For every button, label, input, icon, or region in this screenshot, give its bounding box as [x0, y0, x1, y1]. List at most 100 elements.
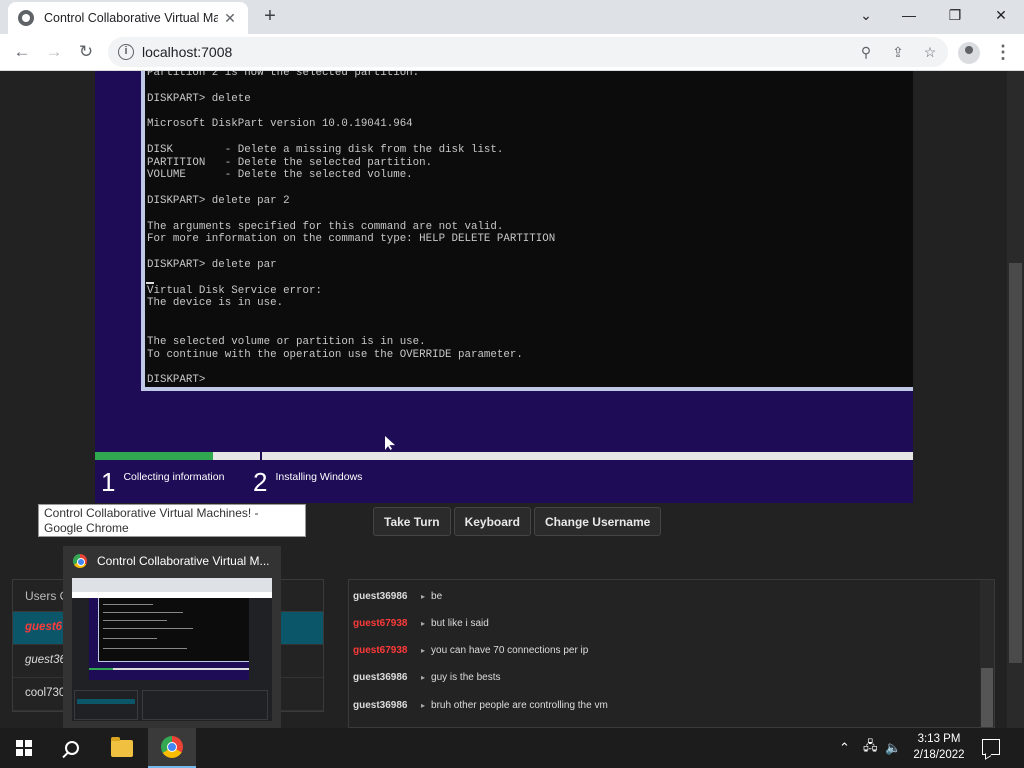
mini-progress — [89, 668, 249, 670]
tray-overflow-icon[interactable]: ⌃ — [839, 728, 850, 768]
forward-arrow-icon[interactable]: → — [42, 40, 66, 64]
console-output: Partition 2 is now the selected partitio… — [147, 71, 556, 387]
browser-titlebar: Control Collaborative Virtual Machines! … — [0, 0, 1024, 34]
chrome-icon — [73, 554, 87, 568]
setup-progress-fill — [95, 452, 213, 460]
chrome-taskbar-button[interactable] — [148, 728, 196, 768]
close-tab-icon[interactable]: ✕ — [222, 10, 238, 27]
browser-toolbar: ← → ↻ i localhost:7008 ⚲ ⇪ ☆ ⋮ — [0, 34, 1024, 71]
setup-progress-bar — [95, 452, 913, 460]
search-icon — [65, 741, 79, 755]
mini-users-panel — [74, 690, 138, 720]
progress-divider — [260, 452, 262, 460]
caret-right-icon: ▸ — [421, 592, 426, 601]
vm-display[interactable]: Partition 2 is now the selected partitio… — [95, 71, 913, 503]
preview-title: Control Collaborative Virtual M... — [97, 554, 270, 568]
reload-icon[interactable]: ↻ — [74, 40, 98, 64]
site-info-icon[interactable]: i — [118, 44, 134, 60]
step-number: 2 — [253, 467, 268, 497]
chat-panel: guest36986 ▸ be guest67938 ▸ but like i … — [348, 579, 995, 728]
setup-step-1: 1 Collecting information — [101, 467, 224, 497]
caret-right-icon: ▸ — [421, 673, 426, 682]
bookmark-star-icon[interactable]: ☆ — [921, 43, 939, 61]
browser-tab[interactable]: Control Collaborative Virtual Machines! … — [8, 2, 248, 34]
clock-date: 2/18/2022 — [913, 749, 965, 761]
chat-text: you can have 70 connections per ip — [431, 645, 589, 656]
restore-button[interactable]: ❐ — [932, 0, 978, 30]
volume-icon[interactable]: 🔈 — [885, 728, 901, 768]
minimize-button[interactable]: — — [886, 0, 932, 30]
mini-titlebar — [72, 578, 272, 592]
take-turn-button[interactable]: Take Turn — [373, 507, 451, 536]
start-button[interactable] — [0, 728, 48, 768]
chat-message: guest67938 ▸ you can have 70 connections… — [353, 645, 588, 656]
mini-text-line — [103, 648, 187, 649]
chat-scroll-thumb[interactable] — [981, 668, 993, 727]
taskbar-tooltip: Control Collaborative Virtual Machines! … — [38, 504, 306, 537]
chat-username: guest67938 — [353, 645, 408, 656]
caret-right-icon: ▸ — [421, 646, 426, 655]
windows-logo-icon — [16, 740, 32, 756]
mini-text-line — [103, 612, 183, 613]
profile-avatar-icon[interactable] — [958, 42, 980, 64]
taskbar-thumbnail-preview[interactable]: Control Collaborative Virtual M... — [63, 546, 281, 728]
back-arrow-icon[interactable]: ← — [10, 40, 34, 64]
chat-message: guest36986 ▸ be — [353, 591, 442, 602]
chat-message: guest67938 ▸ but like i said — [353, 618, 489, 629]
text-cursor — [146, 282, 154, 284]
window-controls: ⌄ — ❐ ✕ — [846, 0, 1024, 30]
chat-message: guest36986 ▸ bruh other people are contr… — [353, 700, 608, 711]
kebab-menu-icon[interactable]: ⋮ — [994, 40, 1012, 64]
chat-username: guest36986 — [353, 672, 408, 683]
zoom-icon[interactable]: ⚲ — [857, 43, 875, 61]
notification-icon[interactable] — [982, 739, 1000, 755]
chat-username: guest36986 — [353, 700, 408, 711]
chat-username: guest36986 — [353, 591, 408, 602]
chat-scrollbar[interactable] — [980, 580, 994, 727]
preview-title-bar: Control Collaborative Virtual M... — [73, 554, 270, 568]
caret-right-icon: ▸ — [421, 619, 426, 628]
file-explorer-button[interactable] — [98, 728, 146, 768]
system-clock[interactable]: 3:13 PM 2/18/2022 — [906, 731, 972, 763]
chat-text: but like i said — [431, 618, 489, 629]
folder-icon — [111, 736, 133, 757]
preview-thumbnail[interactable] — [72, 578, 272, 721]
change-username-button[interactable]: Change Username — [533, 507, 662, 536]
mini-text-line — [103, 620, 167, 621]
step-number: 1 — [101, 467, 116, 497]
command-prompt-window[interactable]: Partition 2 is now the selected partitio… — [141, 71, 913, 391]
caret-right-icon: ▸ — [421, 701, 426, 710]
setup-step-2: 2 Installing Windows — [253, 467, 362, 497]
mini-vm-display — [89, 598, 249, 680]
mini-text-line — [103, 628, 193, 629]
tab-title: Control Collaborative Virtual Machines! — [44, 11, 218, 25]
page-scroll-thumb[interactable] — [1009, 263, 1022, 663]
mini-chat-panel — [142, 690, 268, 720]
address-bar[interactable]: i localhost:7008 ⚲ ⇪ ☆ — [108, 37, 948, 67]
network-icon[interactable]: 🖧 — [863, 728, 878, 768]
vm-controls: Take Turn Keyboard Change Username — [373, 507, 662, 536]
step-label: Collecting information — [123, 471, 225, 483]
page-scrollbar[interactable] — [1007, 71, 1024, 728]
share-icon[interactable]: ⇪ — [889, 43, 907, 61]
mini-user-row — [77, 699, 135, 704]
mini-text-line — [103, 604, 153, 605]
chat-username: guest67938 — [353, 618, 408, 629]
url-text[interactable]: localhost:7008 — [142, 44, 232, 60]
chat-message: guest36986 ▸ guy is the bests — [353, 672, 501, 683]
step-label: Installing Windows — [275, 471, 363, 483]
globe-icon — [18, 10, 34, 26]
mini-text-line — [103, 638, 157, 639]
chat-text: be — [431, 591, 443, 602]
chat-text: bruh other people are controlling the vm — [431, 700, 608, 711]
search-button[interactable] — [48, 728, 96, 768]
clock-time: 3:13 PM — [917, 733, 961, 745]
keyboard-button[interactable]: Keyboard — [453, 507, 531, 536]
mini-console — [98, 598, 249, 662]
tab-search-icon[interactable]: ⌄ — [846, 0, 886, 30]
windows-taskbar: ⌃ 🖧 🔈 3:13 PM 2/18/2022 — [0, 728, 1024, 768]
new-tab-button[interactable]: + — [258, 4, 282, 28]
close-window-button[interactable]: ✕ — [978, 0, 1024, 30]
chat-text: guy is the bests — [431, 672, 501, 683]
chrome-icon — [161, 736, 183, 758]
